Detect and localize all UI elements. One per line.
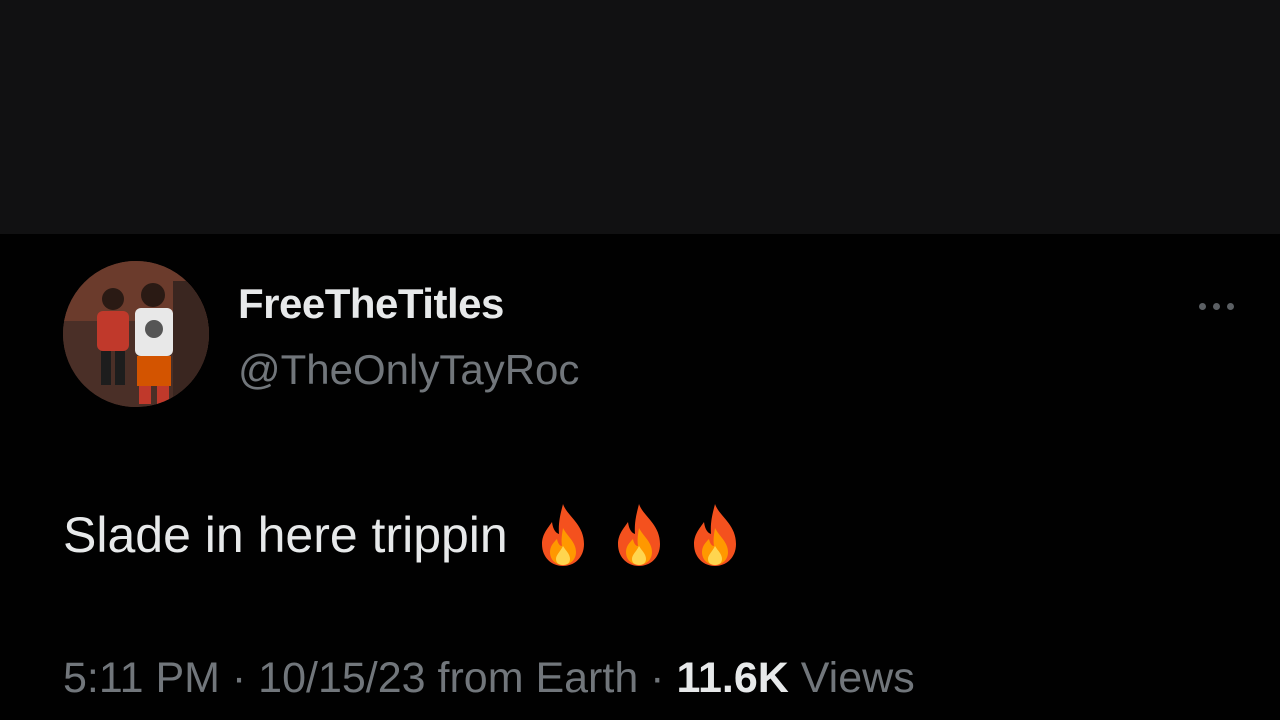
more-horizontal-icon [1198,302,1206,310]
tweet-source: from Earth [425,654,639,702]
more-horizontal-icon [1226,302,1234,310]
display-name[interactable]: FreeTheTitles [238,280,504,328]
separator: · [219,654,259,702]
views-label: Views [788,654,915,702]
fire-emoji [534,502,592,568]
tweet-body: Slade in here trippin [63,502,744,568]
user-handle[interactable]: @TheOnlyTayRoc [238,346,579,394]
avatar-image [63,261,209,407]
avatar[interactable] [63,261,209,407]
views-count[interactable]: 11.6K [676,654,788,702]
emoji-group [534,502,744,568]
more-options-button[interactable] [1186,292,1246,320]
fire-emoji [686,502,744,568]
more-horizontal-icon [1212,302,1220,310]
separator: · [638,654,677,702]
tweet-date[interactable]: 10/15/23 [258,654,425,702]
fire-emoji [610,502,668,568]
top-blank-area [0,0,1280,234]
tweet-metadata: 5:11 PM · 10/15/23 from Earth · 11.6K Vi… [63,654,915,703]
tweet-card[interactable]: FreeTheTitles @TheOnlyTayRoc Slade in he… [0,234,1280,720]
tweet-text: Slade in here trippin [63,507,508,563]
tweet-time[interactable]: 5:11 PM [63,654,220,702]
